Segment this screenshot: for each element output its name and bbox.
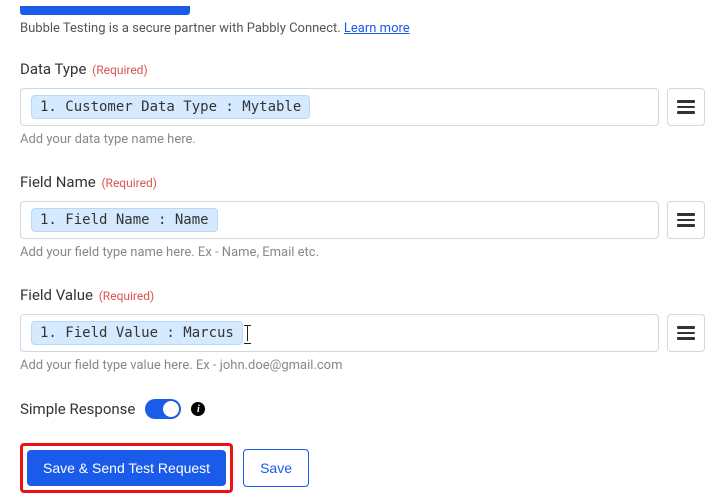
highlight-box: Save & Send Test Request: [20, 443, 233, 493]
data-type-label: Data Type (Required): [20, 60, 705, 78]
save-button[interactable]: Save: [243, 449, 309, 487]
text-cursor-icon: [243, 328, 244, 342]
button-row: Save & Send Test Request Save: [20, 443, 705, 493]
field-group-field-name: Field Name (Required) 1. Field Name : Na…: [20, 173, 705, 260]
field-name-input[interactable]: 1. Field Name : Name: [20, 201, 659, 239]
hamburger-icon[interactable]: [667, 201, 705, 239]
field-value-label-text: Field Value: [20, 286, 93, 304]
simple-response-row: Simple Response i: [20, 399, 705, 419]
hamburger-icon[interactable]: [667, 314, 705, 352]
field-value-input[interactable]: 1. Field Value : Marcus: [20, 314, 659, 352]
field-name-helper: Add your field type name here. Ex - Name…: [20, 245, 705, 260]
required-tag: (Required): [92, 63, 147, 77]
data-type-input[interactable]: 1. Customer Data Type : Mytable: [20, 88, 659, 126]
field-group-field-value: Field Value (Required) 1. Field Value : …: [20, 286, 705, 373]
partner-note: Bubble Testing is a secure partner with …: [20, 21, 705, 36]
required-tag: (Required): [101, 176, 156, 190]
info-icon[interactable]: i: [191, 402, 205, 416]
learn-more-link[interactable]: Learn more: [344, 21, 410, 36]
hamburger-icon[interactable]: [667, 88, 705, 126]
required-tag: (Required): [99, 289, 154, 303]
partner-note-text: Bubble Testing is a secure partner with …: [20, 21, 344, 36]
blue-strip: [20, 6, 190, 15]
simple-response-label: Simple Response: [20, 400, 135, 418]
field-group-data-type: Data Type (Required) 1. Customer Data Ty…: [20, 60, 705, 147]
data-type-chip: 1. Customer Data Type : Mytable: [31, 95, 310, 119]
field-name-label-text: Field Name: [20, 173, 96, 191]
field-value-chip: 1. Field Value : Marcus: [31, 321, 243, 345]
save-send-button[interactable]: Save & Send Test Request: [27, 450, 226, 486]
data-type-helper: Add your data type name here.: [20, 132, 705, 147]
field-name-chip: 1. Field Name : Name: [31, 208, 218, 232]
data-type-label-text: Data Type: [20, 60, 86, 78]
simple-response-toggle[interactable]: [145, 399, 181, 419]
field-name-label: Field Name (Required): [20, 173, 705, 191]
field-value-label: Field Value (Required): [20, 286, 705, 304]
field-value-helper: Add your field type value here. Ex - joh…: [20, 358, 705, 373]
